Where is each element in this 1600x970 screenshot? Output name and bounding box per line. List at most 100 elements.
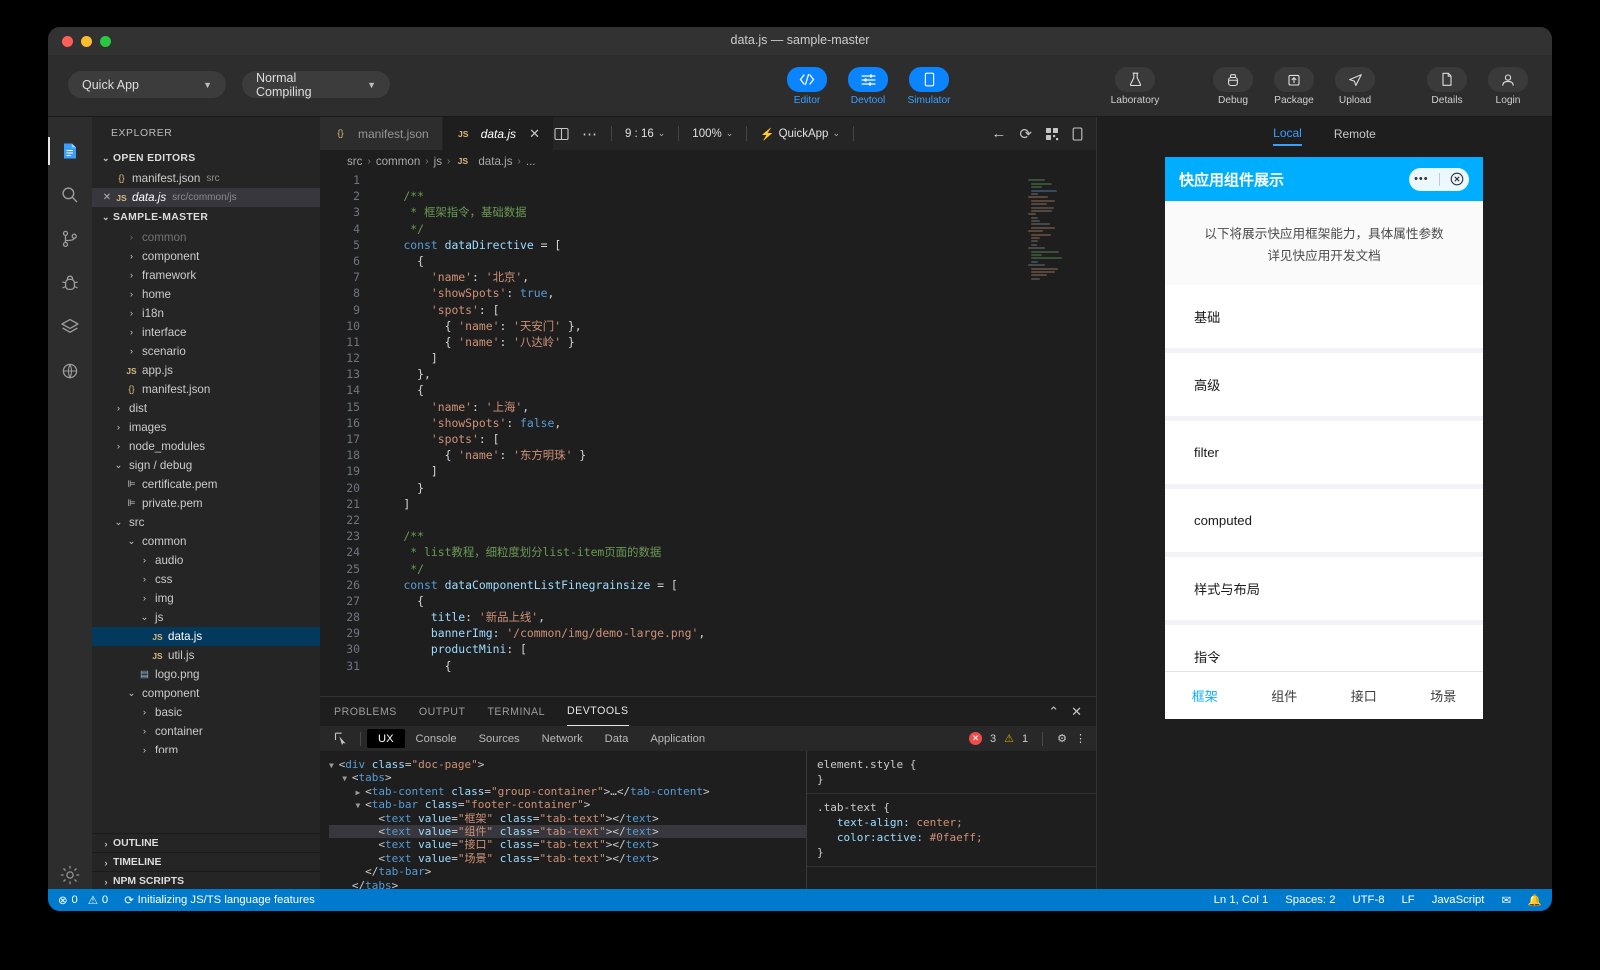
tree-folder[interactable]: ›component — [92, 247, 320, 266]
dom-node[interactable]: ▼ <tab-bar class="footer-container"> — [329, 798, 806, 811]
tree-folder[interactable]: ›audio — [92, 551, 320, 570]
breadcrumb-item[interactable]: data.js — [478, 155, 512, 168]
open-editor-item[interactable]: {}manifest.jsonsrc — [92, 169, 320, 188]
devtools-tab-console[interactable]: Console — [405, 729, 468, 748]
tree-folder[interactable]: ›node_modules — [92, 437, 320, 456]
cursor-position[interactable]: Ln 1, Col 1 — [1214, 894, 1269, 906]
refresh-icon[interactable]: ⟳ — [1019, 125, 1032, 143]
minimap[interactable] — [1028, 178, 1086, 308]
code-editor[interactable]: 12 /**3 * 框架指令，基础数据4 */5 const dataDirec… — [320, 172, 1096, 696]
back-icon[interactable]: ← — [991, 125, 1006, 142]
panel-tab-problems[interactable]: PROBLEMS — [334, 697, 397, 726]
editor-tab-data[interactable]: JS data.js ✕ — [443, 117, 554, 150]
simulator-tab-remote[interactable]: Remote — [1334, 127, 1376, 145]
activity-item-extensions[interactable] — [48, 305, 92, 349]
phone-list-item[interactable]: 高级 — [1165, 353, 1483, 416]
tree-folder[interactable]: ›images — [92, 418, 320, 437]
disclosure-triangle-icon[interactable]: ▶ — [356, 788, 366, 797]
inspect-icon[interactable] — [328, 729, 354, 748]
zoom-selector[interactable]: 100% ⌄ — [692, 128, 733, 140]
phone-list-item[interactable]: 基础 — [1165, 285, 1483, 348]
ellipsis-icon[interactable]: ⋯ — [582, 125, 598, 143]
devtools-tab-data[interactable]: Data — [594, 729, 640, 748]
panel-tab-output[interactable]: OUTPUT — [419, 697, 466, 726]
tree-file[interactable]: JSutil.js — [92, 646, 320, 665]
panel-tab-terminal[interactable]: TERMINAL — [487, 697, 545, 726]
toolbar-item-details[interactable]: Details — [1423, 67, 1471, 106]
mail-icon[interactable]: ✉ — [1501, 894, 1510, 907]
tree-folder[interactable]: ›framework — [92, 266, 320, 285]
close-circle-icon[interactable] — [1450, 172, 1464, 186]
tree-folder[interactable]: ›i18n — [92, 304, 320, 323]
tree-folder[interactable]: ›img — [92, 589, 320, 608]
tree-folder[interactable]: ›common — [92, 228, 320, 247]
phone-tab-item[interactable]: 接口 — [1324, 686, 1404, 705]
toolbar-item-login[interactable]: Login — [1484, 67, 1532, 106]
chevron-up-icon[interactable]: ⌃ — [1048, 704, 1059, 720]
activity-item-search[interactable] — [48, 173, 92, 217]
encoding[interactable]: UTF-8 — [1353, 894, 1385, 906]
dom-tree[interactable]: ▼ <div class="doc-page"> ▼ <tabs> ▶ <tab… — [320, 751, 806, 911]
bell-icon[interactable]: 🔔 — [1528, 894, 1542, 907]
section-project[interactable]: ⌄ SAMPLE-MASTER — [92, 207, 320, 228]
device-icon[interactable] — [1072, 127, 1083, 141]
close-icon[interactable]: ✕ — [1071, 704, 1082, 720]
tree-folder[interactable]: ⌄sign / debug — [92, 456, 320, 475]
styles-pane[interactable]: element.style {}.tab-text { text-align: … — [806, 751, 1096, 911]
toolbar-item-editor[interactable]: Editor — [783, 67, 831, 106]
section-open-editors[interactable]: ⌄ OPEN EDITORS — [92, 148, 320, 169]
compile-mode-selector[interactable]: Normal Compiling ▼ — [242, 71, 390, 98]
simulator-tab-local[interactable]: Local — [1273, 126, 1302, 146]
tree-folder[interactable]: ›form — [92, 741, 320, 753]
toolbar-item-package[interactable]: Package — [1270, 67, 1318, 106]
breadcrumb-item[interactable]: src — [347, 155, 362, 168]
ellipsis-vertical-icon[interactable]: ⋮ — [1075, 732, 1086, 745]
toolbar-item-upload[interactable]: Upload — [1331, 67, 1379, 106]
app-type-selector[interactable]: Quick App ▼ — [68, 71, 226, 98]
disclosure-triangle-icon[interactable] — [369, 841, 379, 850]
section-timeline[interactable]: › TIMELINE — [92, 852, 320, 872]
qrcode-icon[interactable] — [1045, 127, 1059, 141]
platform-selector[interactable]: ⚡ QuickApp ⌄ — [760, 127, 840, 141]
split-editor-icon[interactable] — [554, 127, 569, 141]
close-icon[interactable]: ✕ — [100, 192, 114, 203]
activity-item-debug[interactable] — [48, 261, 92, 305]
phone-tab-item[interactable]: 场景 — [1404, 686, 1484, 705]
toolbar-item-debug[interactable]: Debug — [1209, 67, 1257, 106]
open-editor-item[interactable]: ✕JSdata.jssrc/common/js — [92, 188, 320, 207]
phone-list-item[interactable]: 样式与布局 — [1165, 557, 1483, 620]
toolbar-item-laboratory[interactable]: Laboratory — [1105, 67, 1165, 106]
devtools-tab-sources[interactable]: Sources — [468, 729, 531, 748]
toolbar-item-devtool[interactable]: Devtool — [844, 67, 892, 106]
tree-folder[interactable]: ›container — [92, 722, 320, 741]
breadcrumb-item[interactable]: common — [376, 155, 420, 168]
tree-file[interactable]: ▤logo.png — [92, 665, 320, 684]
disclosure-triangle-icon[interactable] — [369, 855, 379, 864]
disclosure-triangle-icon[interactable] — [356, 868, 366, 877]
style-rule[interactable]: element.style {} — [807, 751, 1096, 794]
tree-folder[interactable]: ⌄js — [92, 608, 320, 627]
phone-list-item[interactable]: computed — [1165, 489, 1483, 552]
dom-node[interactable]: ▼ <tabs> — [329, 771, 806, 784]
tree-folder[interactable]: ⌄component — [92, 684, 320, 703]
section-outline[interactable]: › OUTLINE — [92, 833, 320, 853]
disclosure-triangle-icon[interactable]: ▼ — [356, 801, 366, 810]
tree-folder[interactable]: ›scenario — [92, 342, 320, 361]
disclosure-triangle-icon[interactable]: ▼ — [342, 774, 352, 783]
phone-tab-item[interactable]: 框架 — [1165, 686, 1245, 705]
language-mode[interactable]: JavaScript — [1432, 894, 1485, 906]
devtools-tab-ux[interactable]: UX — [367, 729, 405, 748]
gear-icon[interactable]: ⚙ — [1057, 732, 1067, 745]
dom-node[interactable]: <text value="框架" class="tab-text"></text… — [329, 812, 806, 825]
close-icon[interactable]: ✕ — [529, 126, 540, 142]
tree-file[interactable]: JSapp.js — [92, 361, 320, 380]
activity-item-source-control[interactable] — [48, 217, 92, 261]
phone-header-buttons[interactable]: ••• — [1409, 168, 1469, 191]
style-declaration[interactable]: color:active: #0faeff; — [817, 830, 1086, 845]
editor-tab-manifest[interactable]: {} manifest.json — [320, 117, 443, 150]
tree-folder[interactable]: ›interface — [92, 323, 320, 342]
style-rule[interactable]: .tab-text { text-align: center; color:ac… — [807, 794, 1096, 867]
problems-status[interactable]: ⊗ 0 ⚠ 0 — [58, 894, 108, 907]
toolbar-item-simulator[interactable]: Simulator — [905, 67, 953, 106]
phone-tab-item[interactable]: 组件 — [1245, 686, 1325, 705]
